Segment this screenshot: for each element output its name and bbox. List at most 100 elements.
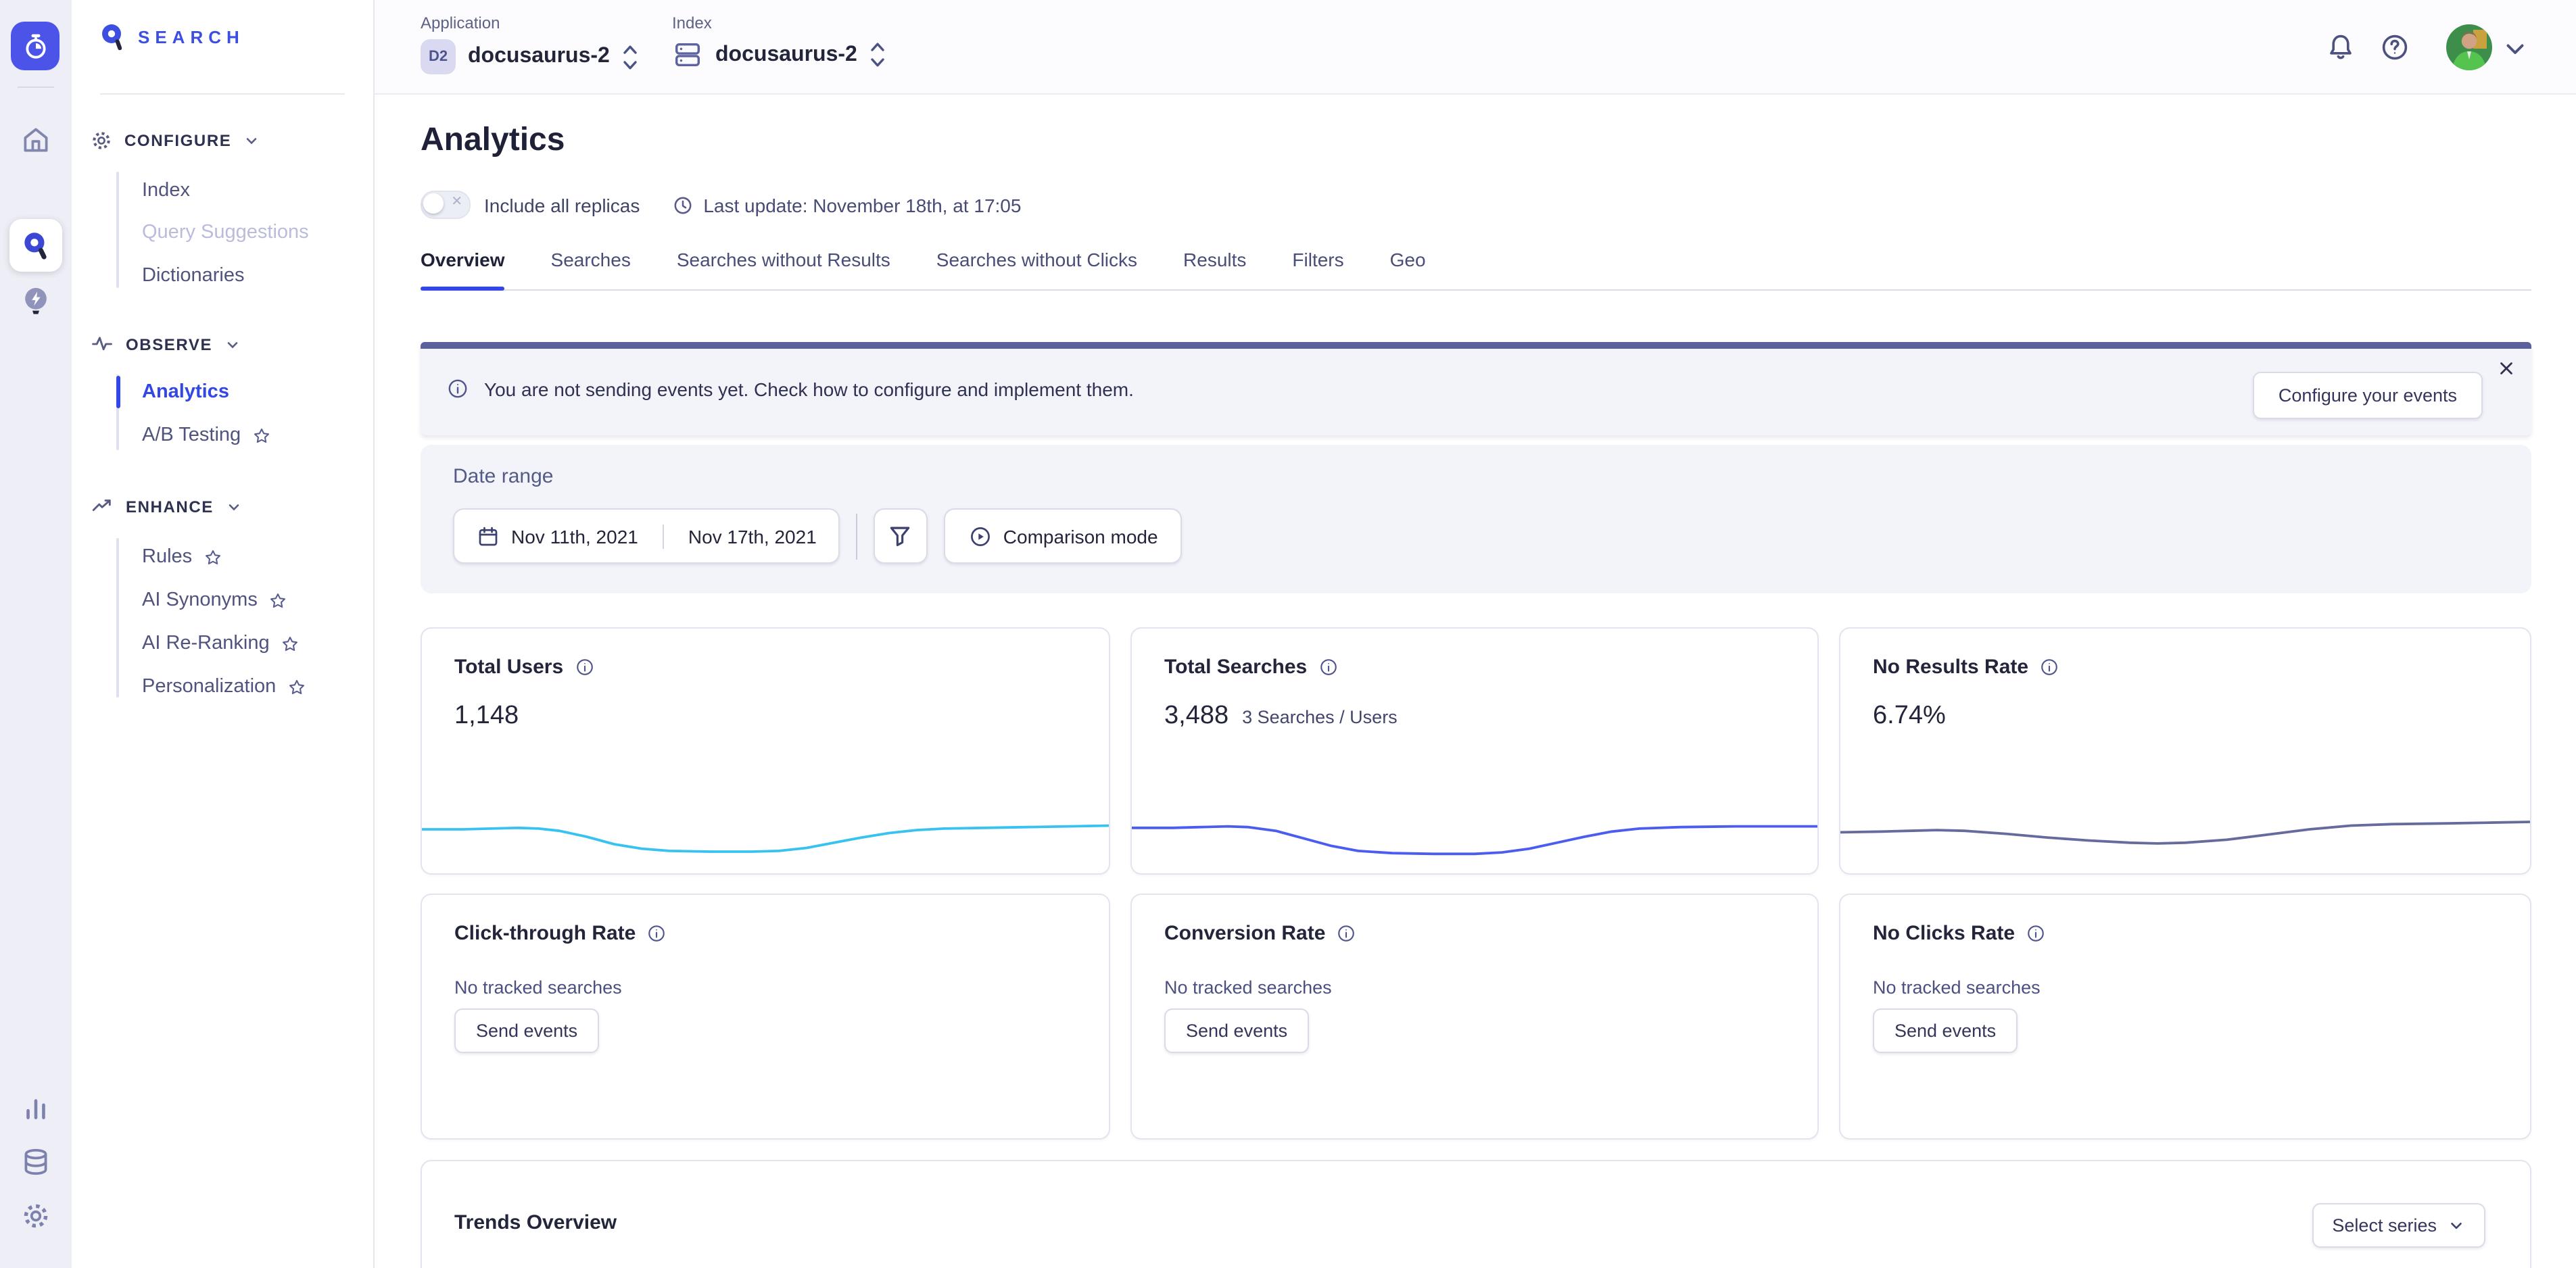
search-pin-icon <box>100 23 126 51</box>
toggle-knob <box>423 193 444 214</box>
rail-divider <box>18 87 54 88</box>
info-icon[interactable] <box>2026 923 2046 944</box>
send-events-button[interactable]: Send events <box>1873 1008 2018 1053</box>
section-label: ENHANCE <box>126 497 214 516</box>
section-label: OBSERVE <box>126 335 212 353</box>
info-icon[interactable] <box>1336 923 1356 944</box>
star-icon[interactable] <box>253 426 270 444</box>
index-icon <box>672 39 703 70</box>
tab-results[interactable]: Results <box>1183 249 1246 270</box>
metric-value: 3,488 <box>1164 702 1229 731</box>
sidebar-item-ai-synonyms[interactable]: AI Synonyms <box>142 587 287 614</box>
analytics-tabs: Overview Searches Searches without Resul… <box>421 249 1426 270</box>
metric-value: 1,148 <box>454 702 519 731</box>
funnel-icon <box>888 523 913 549</box>
info-icon[interactable] <box>2039 657 2059 677</box>
gear-icon <box>91 130 112 151</box>
sidebar-item-query-suggestions[interactable]: Query Suggestions <box>142 219 309 246</box>
star-icon[interactable] <box>288 678 306 696</box>
info-icon[interactable] <box>646 923 667 944</box>
tab-overview[interactable]: Overview <box>421 249 505 270</box>
sidebar-item-ab-testing[interactable]: A/B Testing <box>142 422 270 449</box>
info-icon[interactable] <box>574 657 594 677</box>
date-divider <box>663 524 664 548</box>
replicas-label: Include all replicas <box>484 194 640 216</box>
comparison-mode-button[interactable]: Comparison mode <box>944 508 1183 564</box>
date-range-button[interactable]: Nov 11th, 2021 Nov 17th, 2021 <box>453 508 840 564</box>
empty-state-text: No tracked searches <box>454 977 622 998</box>
timer-app-tile[interactable] <box>11 22 59 70</box>
trends-overview-card: Trends Overview Select series <box>421 1160 2531 1268</box>
filter-button[interactable] <box>874 508 928 564</box>
group-line <box>116 538 119 698</box>
active-item-bar <box>116 376 120 408</box>
banner-message: You are not sending events yet. Check ho… <box>484 379 1134 400</box>
section-label: CONFIGURE <box>124 131 231 150</box>
product-rail <box>0 0 72 1268</box>
help-icon[interactable] <box>2379 31 2411 64</box>
chevron-down-icon <box>2448 1217 2465 1234</box>
star-icon[interactable] <box>270 591 287 609</box>
configure-events-button[interactable]: Configure your events <box>2253 372 2483 419</box>
send-events-button[interactable]: Send events <box>454 1008 599 1053</box>
total-searches-card: Total Searches 3,488 3 Searches / Users <box>1130 627 1819 875</box>
no-results-sparkline <box>1840 807 2530 867</box>
notifications-bell-icon[interactable] <box>2324 31 2357 64</box>
sidebar-item-index[interactable]: Index <box>142 177 190 204</box>
no-results-rate-card: No Results Rate 6.74% <box>1839 627 2531 875</box>
tab-geo[interactable]: Geo <box>1390 249 1426 270</box>
last-update: Last update: November 18th, at 17:05 <box>672 194 1021 216</box>
tab-searches-without-results[interactable]: Searches without Results <box>677 249 890 270</box>
sidebar-section-observe[interactable]: OBSERVE <box>91 333 241 356</box>
sidebar-section-enhance[interactable]: ENHANCE <box>91 495 242 518</box>
include-replicas-toggle[interactable]: ✕ <box>421 191 471 219</box>
index-selector[interactable]: Index docusaurus-2 <box>672 14 886 70</box>
card-title: Total Users <box>454 656 563 679</box>
sidebar-item-rules[interactable]: Rules <box>142 543 222 570</box>
index-value: docusaurus-2 <box>715 43 857 67</box>
database-icon[interactable] <box>19 1145 53 1179</box>
empty-state-text: No tracked searches <box>1873 977 2041 998</box>
clock-icon <box>672 194 694 216</box>
trend-up-icon <box>91 495 114 518</box>
card-title: Total Searches <box>1164 656 1307 679</box>
chevron-down-icon <box>226 498 242 514</box>
tab-searches-without-clicks[interactable]: Searches without Clicks <box>936 249 1137 270</box>
sidebar-item-analytics[interactable]: Analytics <box>142 379 229 406</box>
star-icon[interactable] <box>282 635 300 652</box>
recommend-icon[interactable] <box>19 284 53 318</box>
search-product-tile[interactable] <box>9 219 62 272</box>
total-searches-sparkline <box>1132 807 1817 867</box>
metric-value: 6.74% <box>1873 702 1946 731</box>
home-icon[interactable] <box>19 123 53 157</box>
search-product-icon <box>19 228 53 262</box>
replicas-row: ✕ Include all replicas Last update: Nove… <box>421 191 1021 219</box>
sidebar-section-configure[interactable]: CONFIGURE <box>91 130 260 151</box>
sort-chevrons-icon[interactable] <box>869 39 886 70</box>
sidebar-item-personalization[interactable]: Personalization <box>142 673 306 700</box>
tab-searches[interactable]: Searches <box>551 249 631 270</box>
sort-chevrons-icon[interactable] <box>622 41 638 72</box>
select-series-button[interactable]: Select series <box>2312 1203 2485 1248</box>
tab-filters[interactable]: Filters <box>1292 249 1343 270</box>
sidebar-item-dictionaries[interactable]: Dictionaries <box>142 262 245 289</box>
metric-sub: 3 Searches / Users <box>1242 707 1398 727</box>
application-selector[interactable]: Application D2 docusaurus-2 <box>421 14 638 74</box>
info-icon[interactable] <box>1318 657 1338 677</box>
stopwatch-icon <box>20 30 51 62</box>
close-icon[interactable] <box>2496 358 2517 379</box>
total-users-card: Total Users 1,148 <box>421 627 1110 875</box>
sidebar-divider <box>100 93 345 95</box>
sidebar-item-ai-re-ranking[interactable]: AI Re-Ranking <box>142 630 300 657</box>
star-icon[interactable] <box>204 548 222 566</box>
logo-text: SEARCH <box>138 27 245 47</box>
avatar[interactable] <box>2446 24 2492 70</box>
app-badge: D2 <box>421 39 456 74</box>
account-chevron-icon[interactable] <box>2503 36 2527 61</box>
tab-track <box>421 289 2531 291</box>
send-events-button[interactable]: Send events <box>1164 1008 1309 1053</box>
bar-chart-icon[interactable] <box>19 1091 53 1125</box>
card-title: No Clicks Rate <box>1873 922 2015 945</box>
gear-icon[interactable] <box>19 1199 53 1233</box>
total-users-sparkline <box>422 807 1109 867</box>
